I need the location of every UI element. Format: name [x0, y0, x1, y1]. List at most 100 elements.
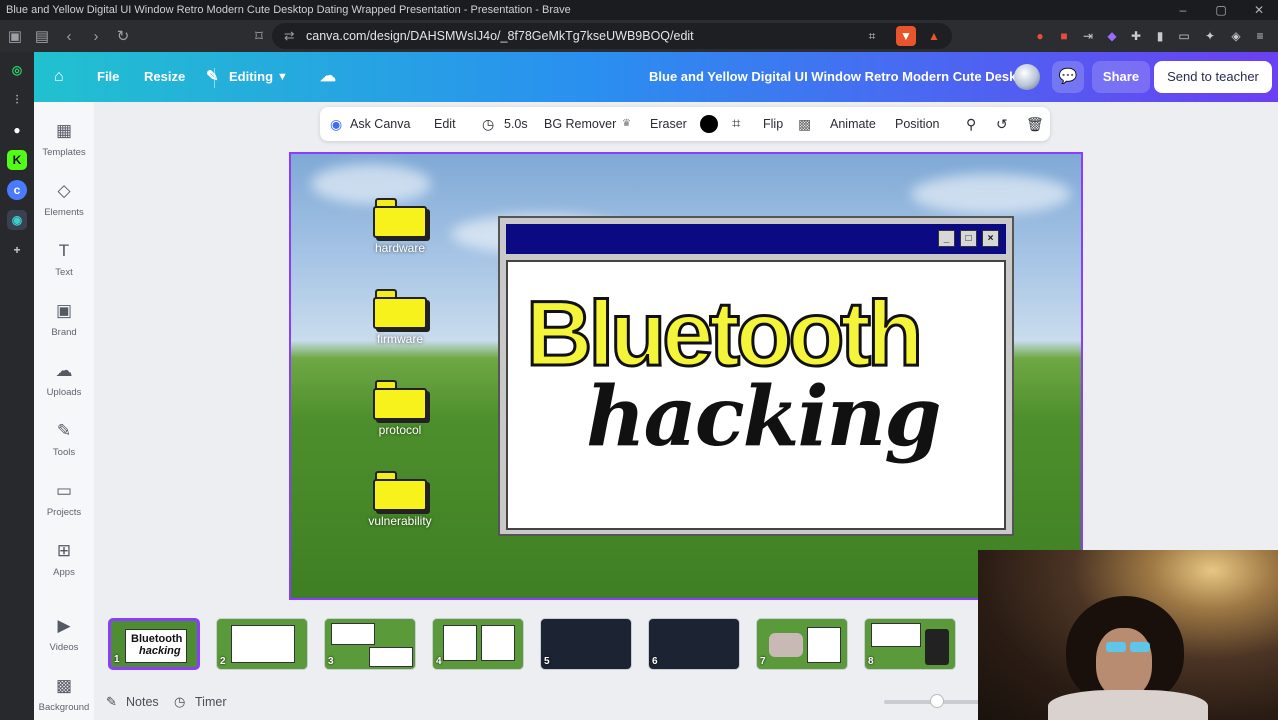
wallet-icon[interactable]: ▭ — [1174, 26, 1194, 46]
slide-thumbnail[interactable]: 2 — [216, 618, 308, 670]
extension-purple-icon[interactable]: ◆ — [1102, 26, 1122, 46]
crop-icon[interactable]: ⌗ — [732, 107, 740, 141]
comment-icon[interactable]: 💬 — [1052, 61, 1084, 93]
slide-thumbnail[interactable]: 8 — [864, 618, 956, 670]
animate-button[interactable]: Animate — [830, 107, 876, 141]
retro-window[interactable]: _ □ × Bluetooth hacking — [498, 216, 1014, 536]
slide-thumbnail[interactable]: 4 — [432, 618, 524, 670]
sidebar-item-templates[interactable]: ▦ Templates — [34, 120, 94, 158]
send-to-teacher-button[interactable]: Send to teacher — [1154, 61, 1272, 93]
timer-button[interactable]: Timer — [195, 688, 226, 716]
retro-minimize-icon: _ — [938, 230, 955, 247]
retro-window-titlebar: _ □ × — [506, 224, 1006, 254]
sidebar-item-apps[interactable]: ⊞ Apps — [34, 540, 94, 578]
kick-icon[interactable]: K — [7, 150, 27, 170]
comment-add-icon[interactable]: ↺ — [996, 107, 1008, 141]
tabs-icon[interactable]: ▤ — [30, 24, 54, 48]
thumb-number: 6 — [652, 656, 658, 667]
notes-button[interactable]: Notes — [126, 688, 159, 716]
home-icon[interactable]: ⌂ — [54, 52, 64, 102]
ask-canva-button[interactable]: Ask Canva — [350, 107, 410, 141]
thumb-preview — [871, 623, 921, 647]
extension-record-icon[interactable]: ■ — [1054, 26, 1074, 46]
app-c-icon[interactable]: c — [7, 180, 27, 200]
sidebar-item-projects[interactable]: ▭ Projects — [34, 480, 94, 518]
sidebar-item-brand[interactable]: ▣ Brand — [34, 300, 94, 338]
site-info-icon[interactable]: ⇄ — [284, 23, 294, 49]
github-icon[interactable]: ● — [7, 120, 27, 140]
browser-toolbar: ▣ ▤ ‹ › ↻ ⌑ ⇄ canva.com/design/DAHSMWsIJ… — [0, 20, 1278, 52]
avatar[interactable] — [1014, 64, 1040, 90]
position-button[interactable]: Position — [895, 107, 939, 141]
leo-ai-icon[interactable]: ✦ — [1200, 26, 1220, 46]
folder-vulnerability[interactable]: vulnerability — [365, 471, 435, 528]
trash-icon[interactable]: 🗑 — [1026, 107, 1044, 141]
cloud-saved-icon[interactable]: ☁ — [320, 52, 336, 102]
slide-thumbnail[interactable]: 7 — [756, 618, 848, 670]
brave-shields-icon[interactable]: ▼ — [896, 26, 916, 46]
folder-protocol[interactable]: protocol — [365, 380, 435, 437]
reload-icon[interactable]: ↻ — [111, 24, 135, 48]
duration-button[interactable]: 5.0s — [504, 107, 528, 141]
slide-title[interactable]: Bluetooth — [524, 287, 924, 382]
zoom-slider-handle[interactable] — [930, 694, 944, 708]
chevron-down-icon[interactable]: ▼ — [277, 52, 288, 102]
slide-thumbnail[interactable]: 6 — [648, 618, 740, 670]
whatsapp-icon[interactable]: ◎ — [7, 60, 27, 80]
sidebar-toggle-icon[interactable]: ▣ — [3, 24, 27, 48]
minimize-window-icon[interactable]: – — [1164, 0, 1202, 20]
retro-close-icon: × — [982, 230, 999, 247]
flip-button[interactable]: Flip — [763, 107, 783, 141]
folder-hardware[interactable]: hardware — [365, 198, 435, 255]
address-bar[interactable]: ⇄ canva.com/design/DAHSMWsIJ4o/_8f78GeMk… — [272, 23, 952, 49]
share-button[interactable]: Share — [1092, 61, 1150, 93]
folder-icon — [373, 380, 427, 420]
sidebar-panel-icon[interactable]: ▮ — [1150, 26, 1170, 46]
videos-icon: ▶ — [57, 616, 71, 635]
retro-window-content: Bluetooth hacking — [506, 260, 1006, 530]
transparency-icon[interactable]: ▩ — [798, 107, 811, 141]
translate-icon[interactable]: ⌗ — [862, 26, 882, 46]
slide-subtitle[interactable]: hacking — [586, 376, 942, 458]
thumb-preview — [807, 627, 841, 663]
add-sidebar-item-icon[interactable]: + — [7, 240, 27, 260]
sidebar-item-uploads[interactable]: ☁ Uploads — [34, 360, 94, 398]
maximize-window-icon[interactable]: ▢ — [1202, 0, 1240, 20]
browser-sidebar: ◎ ⫶ ● K c ◉ + — [0, 52, 34, 720]
sidebar-item-text[interactable]: T Text — [34, 240, 94, 278]
timer-icon[interactable]: ◷ — [174, 688, 185, 716]
canva-app-icon[interactable]: ◉ — [7, 210, 27, 230]
bookmark-icon[interactable]: ⌑ — [247, 24, 271, 48]
thumb-number: 4 — [436, 656, 442, 667]
slide-thumbnail[interactable]: 5 — [540, 618, 632, 670]
close-window-icon[interactable]: ✕ — [1240, 0, 1278, 20]
file-menu[interactable]: File — [97, 52, 119, 102]
sidebar-item-tools[interactable]: ✎ Tools — [34, 420, 94, 458]
vpn-icon[interactable]: ◈ — [1226, 26, 1246, 46]
editing-mode-dropdown[interactable]: Editing — [229, 52, 273, 102]
folder-firmware[interactable]: firmware — [365, 289, 435, 346]
paint-format-icon[interactable]: ⚲ — [966, 107, 976, 141]
forward-icon[interactable]: › — [84, 24, 108, 48]
eraser-button[interactable]: Eraser — [650, 107, 687, 141]
menu-icon[interactable]: ≡ — [1250, 26, 1270, 46]
bg-remover-button[interactable]: BG Remover — [544, 107, 616, 141]
document-title[interactable]: Blue and Yellow Digital UI Window Retro … — [649, 52, 1027, 102]
edit-button[interactable]: Edit — [434, 107, 456, 141]
extension-cast-icon[interactable]: ⇥ — [1078, 26, 1098, 46]
color-swatch[interactable] — [700, 115, 718, 133]
sidebar-item-elements[interactable]: ◇ Elements — [34, 180, 94, 218]
extension-red-icon[interactable]: ● — [1030, 26, 1050, 46]
back-icon[interactable]: ‹ — [57, 24, 81, 48]
brave-rewards-icon[interactable]: ▲ — [924, 26, 944, 46]
editor-footer: ✎ Notes ◷ Timer — [94, 688, 978, 720]
slide-thumbnail[interactable]: 3 — [324, 618, 416, 670]
resize-button[interactable]: Resize — [144, 52, 185, 102]
browser-title-bar: Blue and Yellow Digital UI Window Retro … — [0, 0, 1278, 20]
sidebar-item-background[interactable]: ▩ Background — [34, 675, 94, 713]
sidebar-item-videos[interactable]: ▶ Videos — [34, 615, 94, 653]
slide-thumbnail[interactable]: Bluetooth hacking 1 — [108, 618, 200, 670]
extensions-icon[interactable]: ✚ — [1126, 26, 1146, 46]
sidebar-tool-icon[interactable]: ⫶ — [7, 90, 27, 110]
notes-icon[interactable]: ✎ — [106, 688, 117, 716]
